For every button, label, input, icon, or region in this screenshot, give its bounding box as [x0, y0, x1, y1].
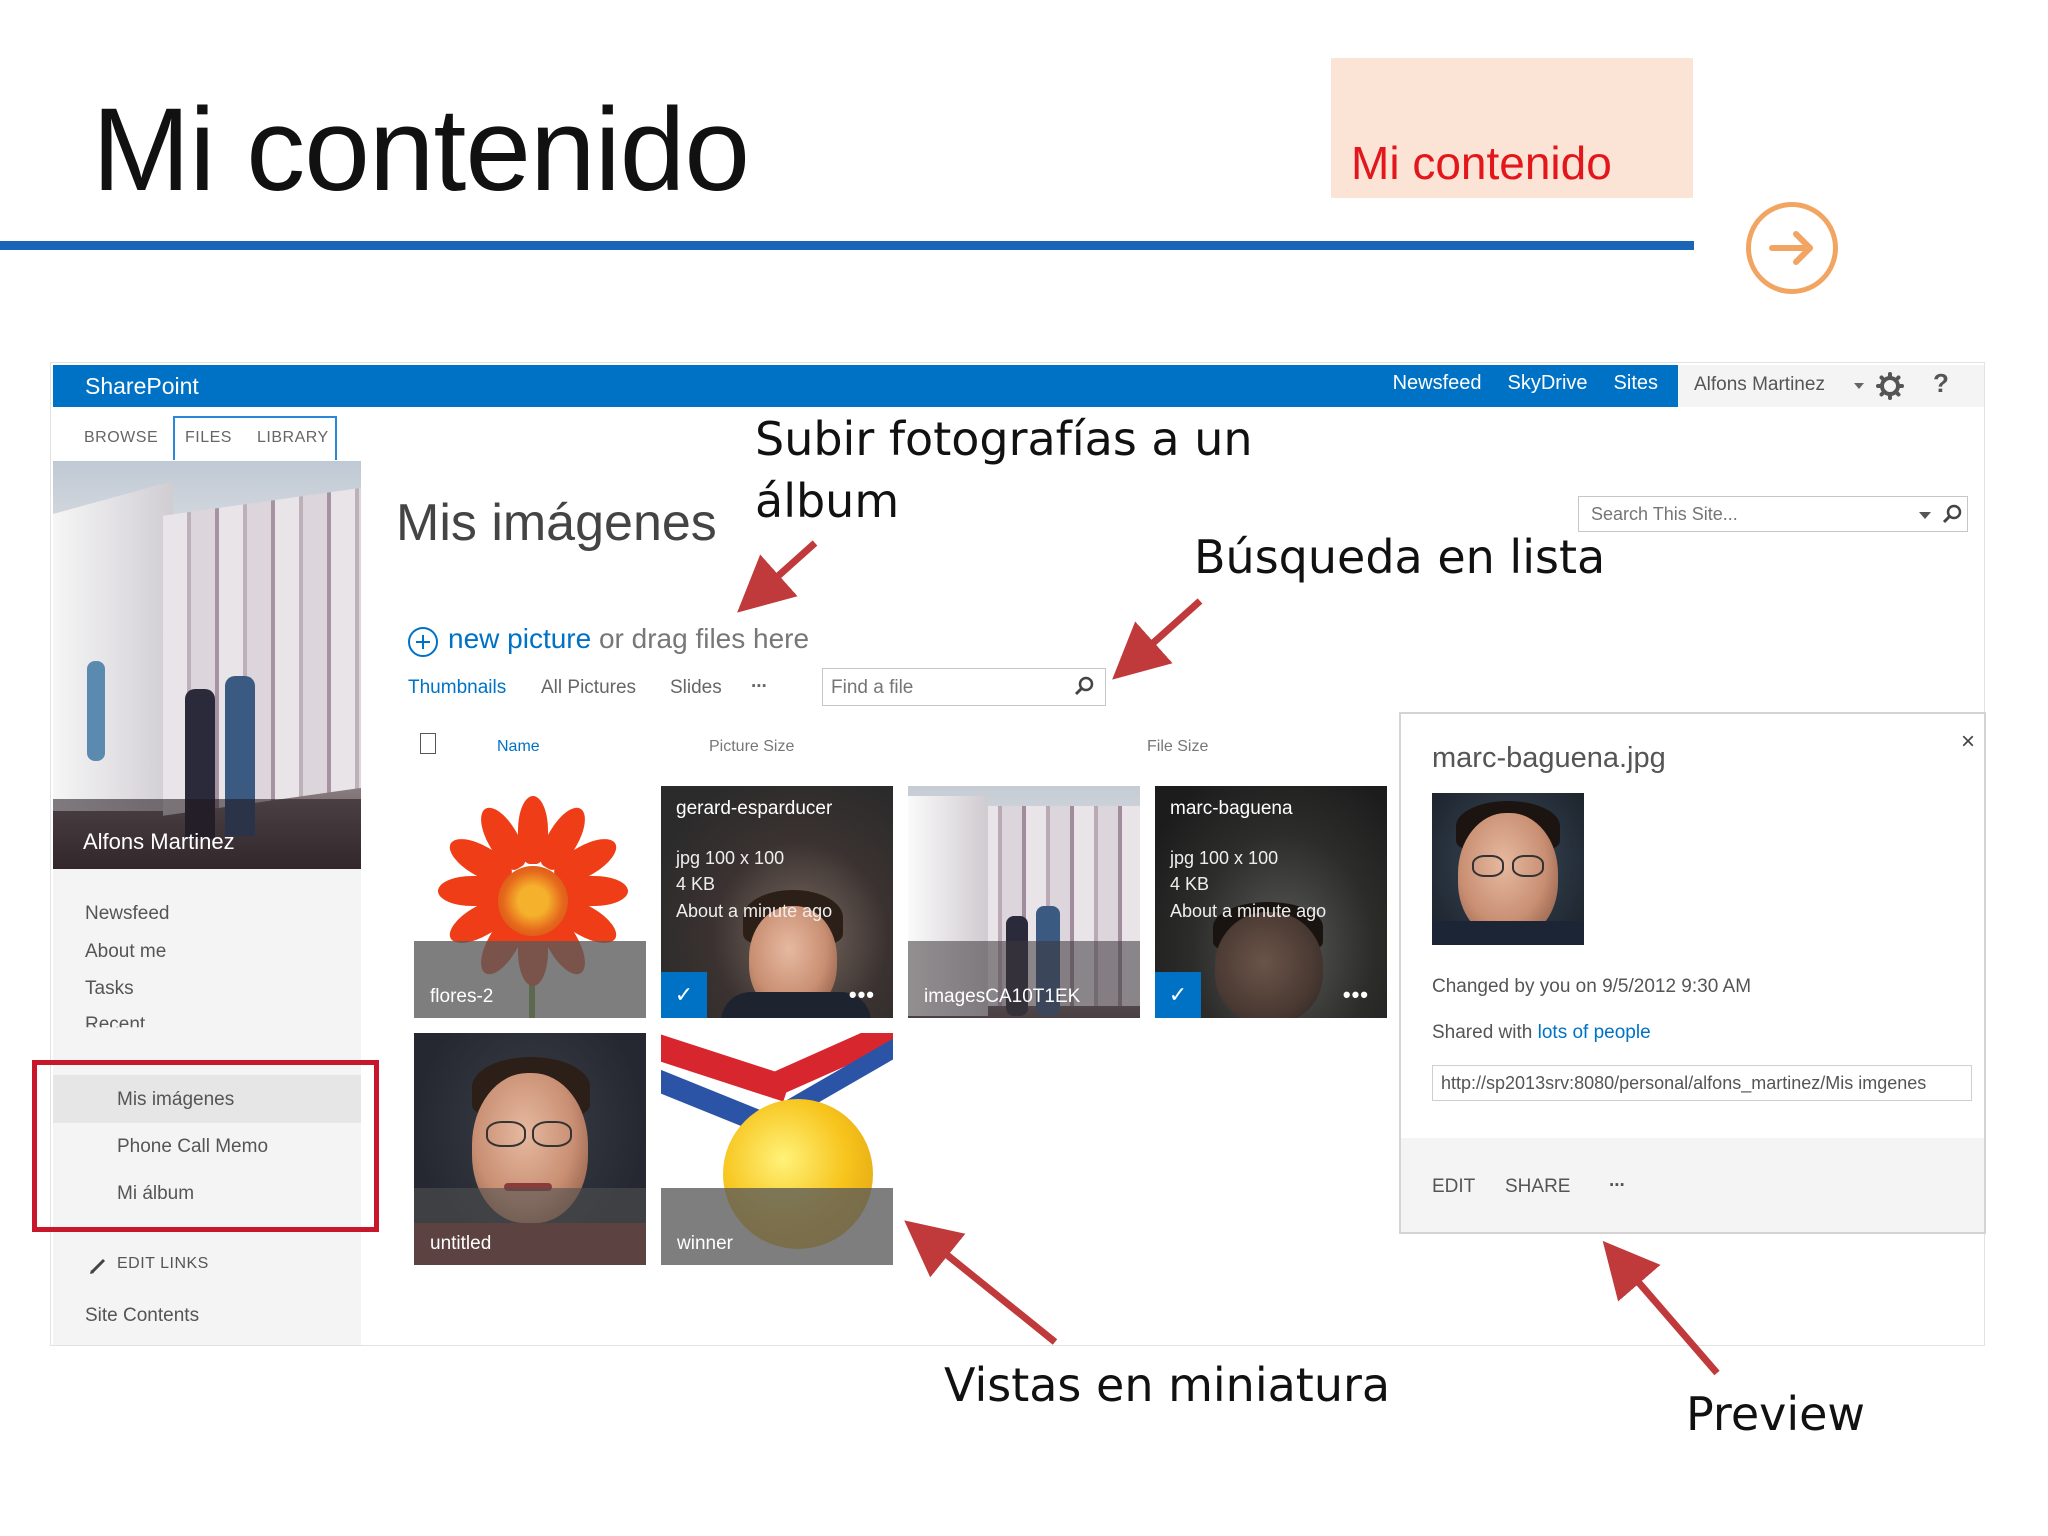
arrow-icon: [904, 1220, 1058, 1345]
arrow-icon: [1112, 598, 1203, 680]
arrow-icon: [737, 540, 818, 613]
arrow-icon: [1602, 1240, 1720, 1376]
annotation-arrows: [737, 540, 1720, 1376]
